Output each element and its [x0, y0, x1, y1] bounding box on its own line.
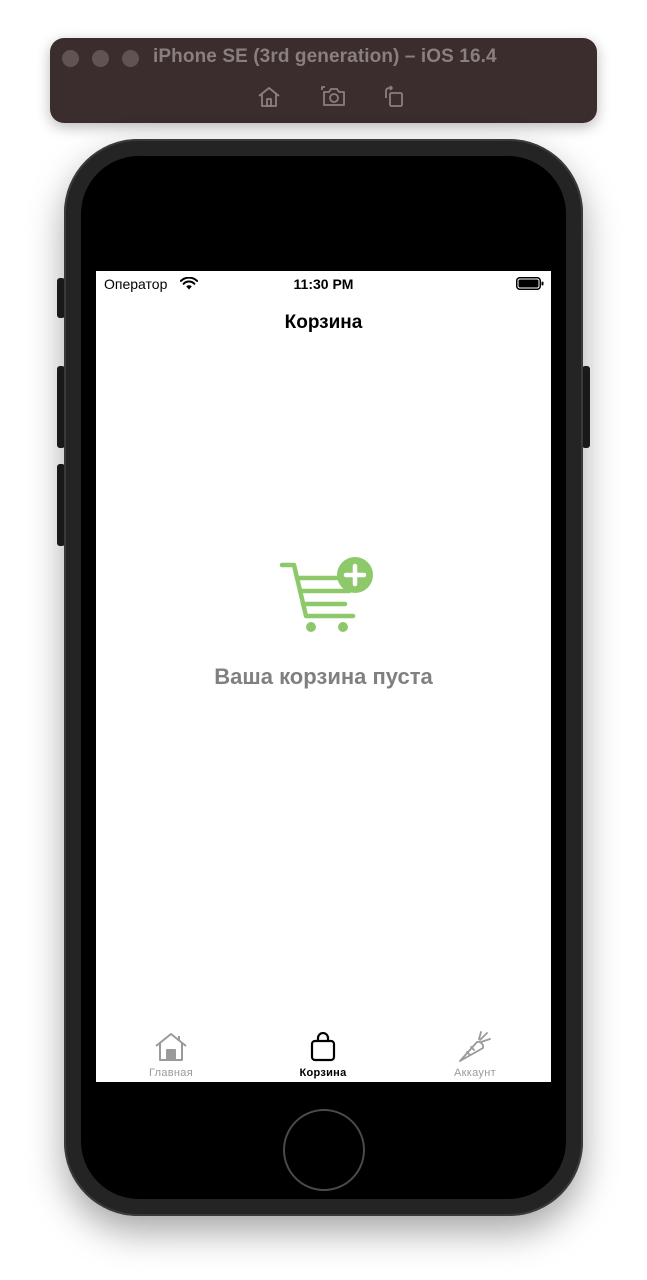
stage: iPhone SE (3rd generation) – iOS 16.4 Оп…: [0, 0, 647, 1280]
status-bar: Оператор 11:30 PM: [96, 271, 551, 297]
simulator-title: iPhone SE (3rd generation) – iOS 16.4: [153, 46, 497, 67]
tab-home[interactable]: Главная: [111, 1025, 231, 1081]
screenshot-icon[interactable]: [321, 84, 347, 110]
tab-label: Аккаунт: [454, 1067, 496, 1079]
close-window-button[interactable]: [62, 50, 79, 67]
house-icon: [111, 1029, 231, 1065]
tab-label: Главная: [149, 1067, 193, 1079]
tab-account[interactable]: Аккаунт: [415, 1025, 535, 1081]
tab-bar: Главная Корзина Аккаунт: [96, 1021, 551, 1082]
tab-cart[interactable]: Корзина: [263, 1025, 383, 1081]
home-icon[interactable]: [256, 84, 282, 110]
page-title: Корзина: [284, 312, 363, 333]
empty-cart-state: Ваша корзина пуста: [96, 556, 551, 696]
empty-cart-message: Ваша корзина пуста: [214, 664, 433, 689]
home-button[interactable]: [283, 1109, 365, 1191]
zoom-window-button[interactable]: [122, 50, 139, 67]
bag-icon: [263, 1029, 383, 1065]
battery-icon: [516, 277, 544, 295]
carrot-icon: [415, 1029, 535, 1065]
cart-plus-icon: [279, 556, 375, 636]
rotate-icon[interactable]: [381, 84, 407, 110]
status-time: 11:30 PM: [293, 276, 354, 292]
app-screen: Оператор 11:30 PM Корзина Ваша корзина п…: [96, 271, 551, 1082]
tab-label: Корзина: [299, 1067, 347, 1079]
power-button: [582, 366, 590, 448]
minimize-window-button[interactable]: [92, 50, 109, 67]
